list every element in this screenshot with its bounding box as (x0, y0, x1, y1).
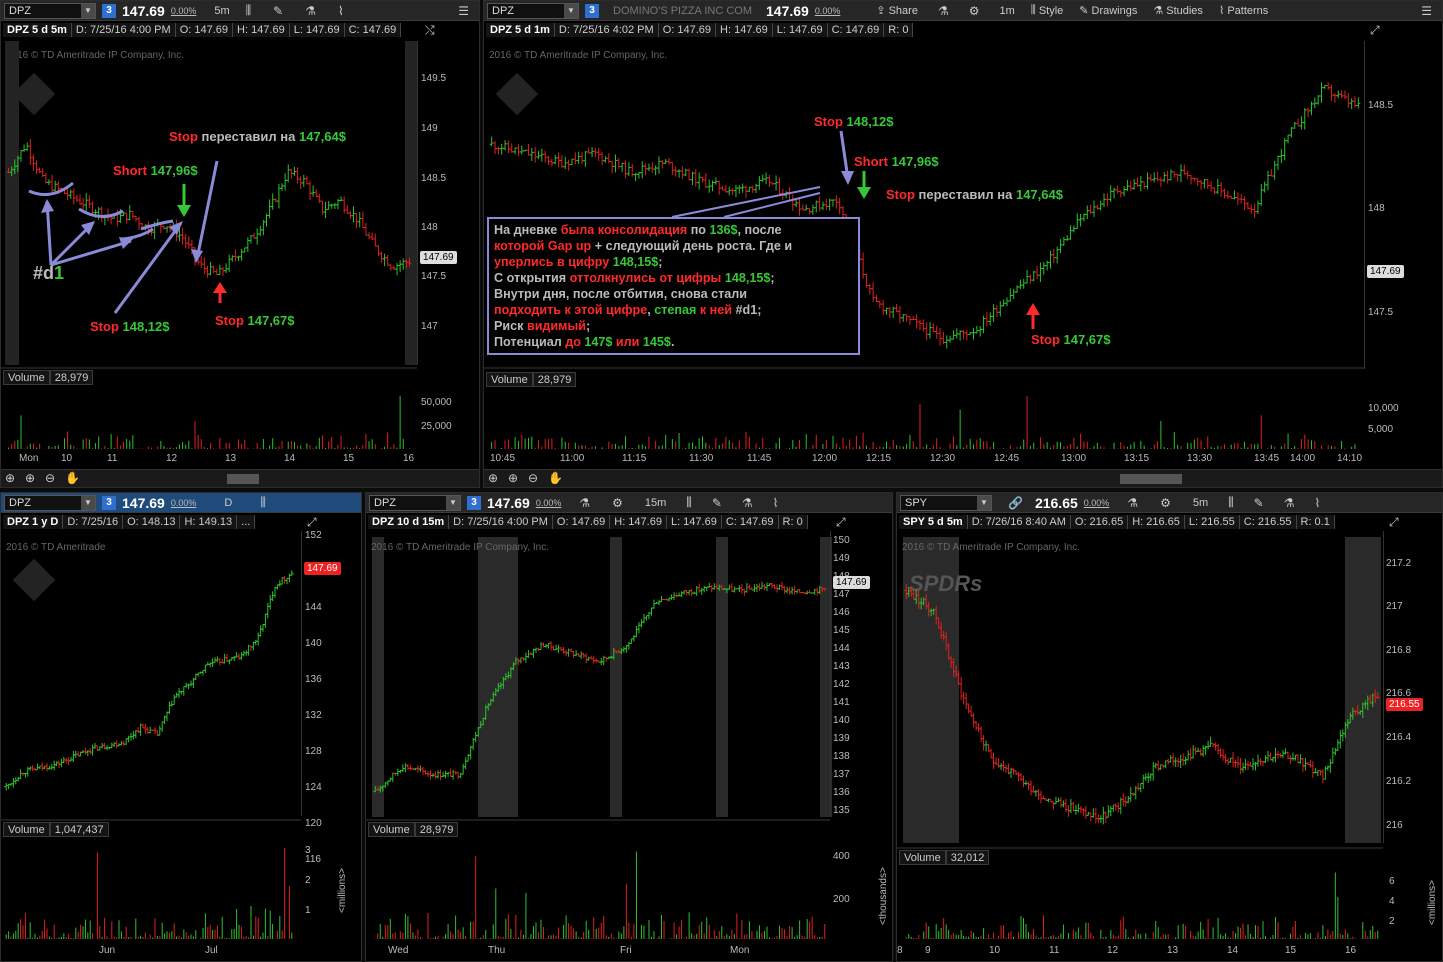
time-tick: 12:30 (930, 453, 956, 464)
time-tick: Fri (620, 945, 632, 956)
panel-top-right: DPZ ▼ 3 DOMINO'S PIZZA INC COM 147.69 0.0… (483, 0, 1443, 488)
time-tick: Wed (388, 945, 409, 956)
hand-icon[interactable]: ✋ (548, 471, 563, 485)
time-tick: 10 (989, 945, 1001, 956)
scrollbar-thumb[interactable] (227, 474, 259, 484)
time-tick: 11 (107, 453, 118, 464)
time-tick: 14 (284, 453, 296, 464)
time-tick: 12:15 (866, 453, 892, 464)
volume-tick: 200 (833, 894, 850, 905)
hand-icon[interactable]: ✋ (65, 471, 80, 485)
time-tick: 16 (1345, 945, 1357, 956)
time-tick: 15 (1285, 945, 1297, 956)
panel-bottom-middle: DPZ ▼ 3 147.69 0.00% ⚗ ⚙ 15m ⫼ ✎ ⚗ ⌇ DPZ … (365, 492, 893, 962)
volume-tick: 1 (305, 905, 311, 916)
zoom-in-icon[interactable]: ⊕ (25, 471, 35, 485)
volume-chart (905, 872, 1379, 939)
time-tick: 13:15 (1124, 453, 1150, 464)
volume-tick: 10,000 (1368, 403, 1399, 414)
volume-tick: 2 (305, 875, 311, 886)
time-tick: 14:10 (1337, 453, 1363, 464)
volume-chart (8, 395, 410, 449)
volume-tick: 4 (1389, 896, 1395, 907)
time-tick: 13 (225, 453, 237, 464)
time-tick: 11:15 (622, 453, 647, 464)
time-tick: 13:00 (1061, 453, 1087, 464)
volume-unit: <millions> (337, 867, 348, 913)
volume-chart (491, 395, 1359, 449)
scrollbar-thumb[interactable] (1120, 474, 1182, 484)
time-tick: 12:45 (994, 453, 1020, 464)
volume-unit: <millions> (1427, 879, 1438, 925)
time-tick: 13 (1167, 945, 1179, 956)
time-tick: 12 (166, 453, 178, 464)
time-tick: 11:00 (560, 453, 585, 464)
time-tick: 12 (1107, 945, 1119, 956)
time-tick: 15 (343, 453, 355, 464)
panel-bottom-right: SPY ▼ 🔗 216.65 0.00% ⚗ ⚙ 5m ⫼ ✎ ⚗ ⌇ SPY 5… (896, 492, 1443, 962)
time-tick: 8 (897, 945, 903, 956)
time-tick: 11:30 (689, 453, 714, 464)
time-tick: 14 (1227, 945, 1239, 956)
crosshair-icon[interactable]: ⊕ (488, 471, 498, 485)
scrollbar[interactable]: ⊕ ⊕ ⊖ ✋ (484, 469, 1442, 487)
crosshair-icon[interactable]: ⊕ (5, 471, 15, 485)
time-tick: Mon (730, 945, 750, 956)
volume-chart (374, 851, 826, 939)
time-tick: 10:45 (490, 453, 516, 464)
time-tick: 10 (61, 453, 73, 464)
volume-tick: 5,000 (1368, 424, 1394, 435)
zoom-in-icon[interactable]: ⊕ (508, 471, 518, 485)
scrollbar[interactable]: ⊕ ⊕ ⊖ ✋ (1, 469, 479, 487)
time-tick: Jun (99, 945, 116, 956)
panel-top-left: DPZ ▼ 3 147.69 0.00% 5m ⫼ ✎ ⚗ ⌇ ☰ DPZ 5 d… (0, 0, 480, 488)
time-tick: 13:45 (1254, 453, 1280, 464)
volume-unit: <thousands> (878, 867, 889, 925)
panel-bottom-left: DPZ ▼ 3 147.69 0.00% D ⫼ DPZ 1 y D D: 7/25… (0, 492, 362, 962)
time-tick: Mon (19, 453, 39, 464)
zoom-out-icon[interactable]: ⊖ (45, 471, 55, 485)
time-tick: 9 (925, 945, 931, 956)
time-tick: 13:30 (1187, 453, 1213, 464)
time-tick: 11 (1049, 945, 1060, 956)
volume-tick: 2 (1389, 916, 1395, 927)
time-tick: Jul (205, 945, 218, 956)
time-tick: 16 (403, 453, 415, 464)
zoom-out-icon[interactable]: ⊖ (528, 471, 538, 485)
volume-tick: 50,000 (421, 397, 452, 408)
volume-tick: 25,000 (421, 421, 452, 432)
time-tick: 12:00 (812, 453, 838, 464)
volume-tick: 6 (1389, 876, 1395, 887)
time-tick: Thu (488, 945, 506, 956)
time-tick: 14:00 (1290, 453, 1316, 464)
volume-tick: 3 (305, 845, 311, 856)
volume-chart (5, 847, 293, 939)
time-tick: 11:45 (747, 453, 772, 464)
volume-tick: 400 (833, 851, 850, 862)
